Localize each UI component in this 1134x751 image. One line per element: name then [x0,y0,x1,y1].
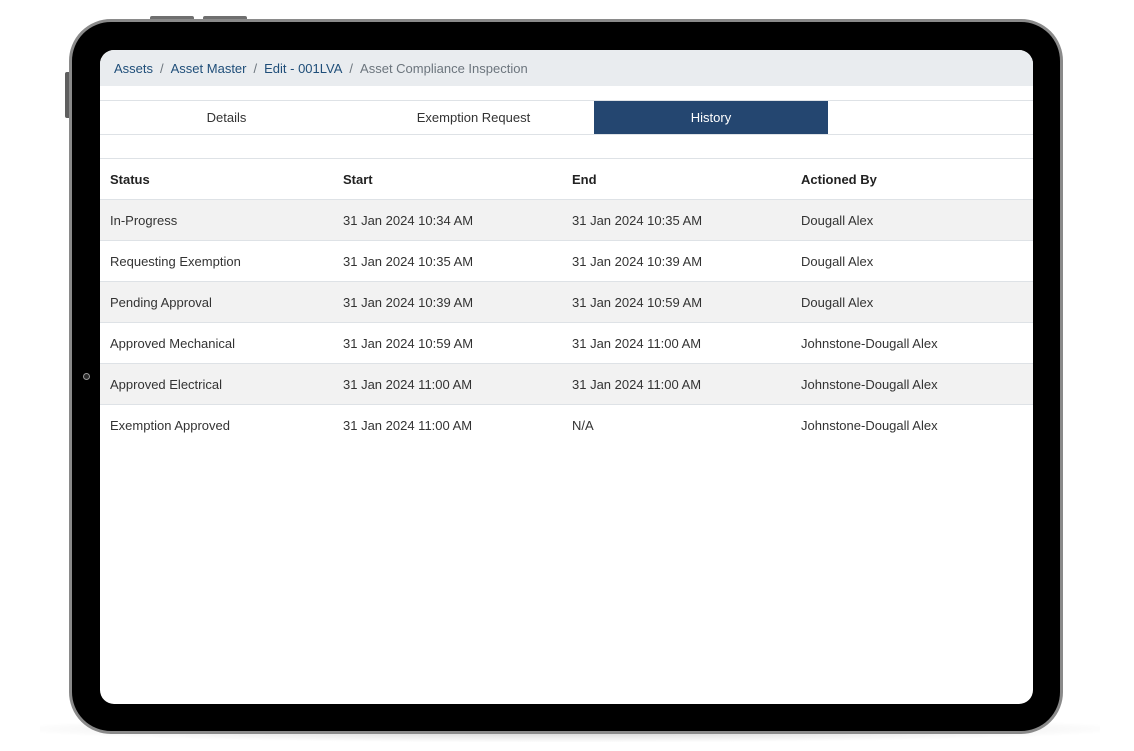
actioned-by-cell: Johnstone-Dougall Alex [801,418,938,433]
table-row: Requesting Exemption 31 Jan 2024 10:35 A… [100,241,1033,282]
breadcrumb-current-page: Asset Compliance Inspection [360,60,528,76]
start-cell: 31 Jan 2024 10:39 AM [343,294,474,310]
actioned-by-cell: Johnstone-Dougall Alex [801,376,938,392]
tab-bar: Details Exemption Request History [100,100,1033,135]
status-cell: Requesting Exemption [110,253,241,269]
end-cell: 31 Jan 2024 10:39 AM [572,253,703,269]
table-row: Approved Mechanical 31 Jan 2024 10:59 AM… [100,323,1033,364]
breadcrumb-asset-master[interactable]: Asset Master [171,61,247,76]
actioned-by-cell: Dougall Alex [801,294,874,310]
start-cell: 31 Jan 2024 10:59 AM [343,335,474,351]
actioned-by-cell: Johnstone-Dougall Alex [801,335,938,351]
table-row: Exemption Approved 31 Jan 2024 11:00 AM … [100,405,1033,446]
column-header-start: Start [343,171,373,187]
end-cell: 31 Jan 2024 10:35 AM [572,212,703,228]
tab-details[interactable]: Details [100,101,353,134]
actioned-by-cell: Dougall Alex [801,212,874,228]
status-cell: Approved Electrical [110,376,222,392]
end-cell: 31 Jan 2024 11:00 AM [572,335,702,351]
breadcrumb-assets[interactable]: Assets [114,61,153,76]
tablet-screen: Assets / Asset Master / Edit - 001LVA / … [100,50,1033,704]
tab-history[interactable]: History [594,101,828,134]
table-row: Approved Electrical 31 Jan 2024 11:00 AM… [100,364,1033,405]
end-cell: N/A [572,418,594,433]
column-header-end: End [572,171,597,187]
end-cell: 31 Jan 2024 11:00 AM [572,376,702,392]
history-table: Status Start End Actioned By In-Progress… [100,158,1033,446]
table-row: Pending Approval 31 Jan 2024 10:39 AM 31… [100,282,1033,323]
table-row: In-Progress 31 Jan 2024 10:34 AM 31 Jan … [100,200,1033,241]
status-cell: Pending Approval [110,294,212,310]
breadcrumb-separator: / [253,60,258,76]
status-cell: In-Progress [110,212,178,228]
start-cell: 31 Jan 2024 11:00 AM [343,376,473,392]
start-cell: 31 Jan 2024 10:34 AM [343,212,474,228]
tab-exemption-request[interactable]: Exemption Request [353,101,594,134]
breadcrumb-separator: / [349,60,354,76]
table-header-row: Status Start End Actioned By [100,159,1033,200]
actioned-by-cell: Dougall Alex [801,253,874,269]
status-cell: Exemption Approved [110,418,230,433]
start-cell: 31 Jan 2024 10:35 AM [343,253,474,269]
column-header-status: Status [110,171,150,187]
status-cell: Approved Mechanical [110,335,236,351]
start-cell: 31 Jan 2024 11:00 AM [343,418,473,433]
breadcrumb-edit-asset[interactable]: Edit - 001LVA [264,61,342,76]
column-header-actioned-by: Actioned By [801,171,877,187]
end-cell: 31 Jan 2024 10:59 AM [572,294,703,310]
camera-icon [83,373,90,380]
breadcrumb-separator: / [160,60,164,76]
breadcrumb: Assets / Asset Master / Edit - 001LVA / … [100,50,1033,86]
